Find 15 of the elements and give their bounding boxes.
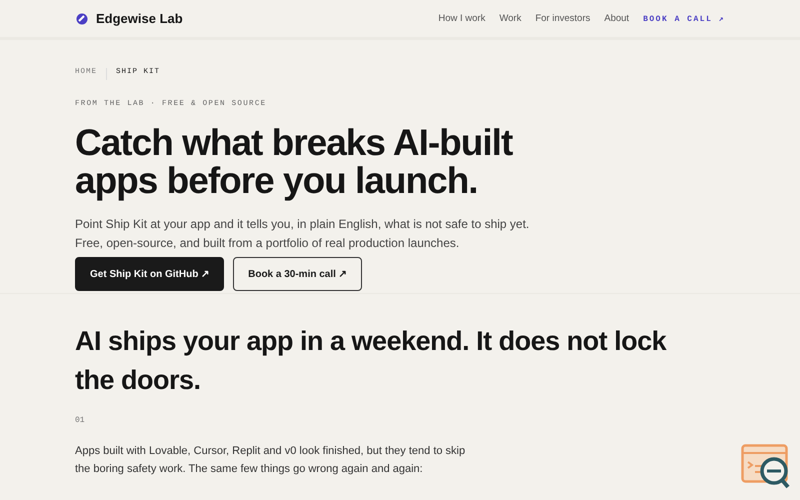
section-body: Apps built with Lovable, Cursor, Replit and v0 look finished, but they tend to skip the boring safety work. The same few things go wrong again and again:: [75, 444, 466, 477]
hero-title: Catch what breaks AI-built apps before you launch.: [75, 124, 514, 200]
github-button[interactable]: Get Ship Kit on GitHub ↗: [75, 257, 224, 291]
book-call-button[interactable]: Book a 30-min call ↗: [233, 257, 362, 291]
section-title: AI ships your app in a weekend. It does not lock the doors.: [75, 325, 668, 397]
nav-link[interactable]: For investors: [535, 13, 590, 24]
hero-intro: Point Ship Kit at your app and it tells you, in plain English, what is not safe to ship yet. Free, open-source, and built from a portfolio of real production launches.: [75, 216, 530, 252]
nav-link[interactable]: How I work: [438, 13, 486, 24]
logo-icon: [76, 12, 88, 24]
book-call-link[interactable]: BOOK A CALL ↗: [643, 14, 725, 24]
browser-search-icon[interactable]: [741, 444, 791, 490]
section-number: 01: [75, 416, 86, 425]
brand-name[interactable]: Edgewise Lab: [96, 11, 183, 26]
nav-link[interactable]: About: [604, 13, 630, 24]
nav-link[interactable]: Work: [499, 13, 522, 24]
